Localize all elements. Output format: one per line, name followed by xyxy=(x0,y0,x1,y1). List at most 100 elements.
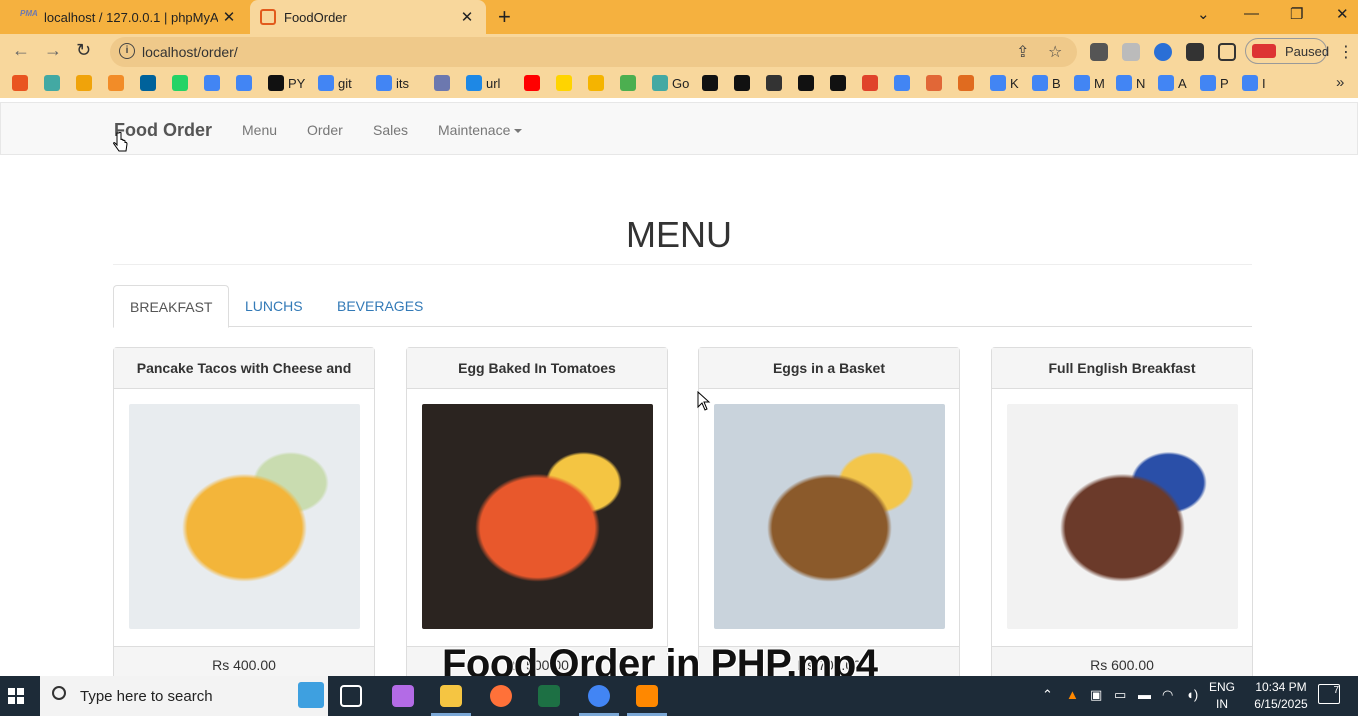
bookmark-item[interactable] xyxy=(204,75,224,91)
bookmark-item[interactable] xyxy=(958,75,978,91)
google-icon xyxy=(236,75,252,91)
bookmark-item[interactable]: M xyxy=(1074,75,1105,91)
bookmark-item[interactable] xyxy=(830,75,850,91)
share-icon[interactable]: ⇪ xyxy=(1016,42,1029,62)
a-extension-icon[interactable] xyxy=(1154,43,1172,61)
bookmark-item[interactable] xyxy=(588,75,608,91)
menu-item-card[interactable]: Eggs in a Basket Rs 700.00 xyxy=(698,347,960,676)
bookmark-item[interactable] xyxy=(44,75,64,91)
bookmark-item[interactable] xyxy=(76,75,96,91)
vlc-tray-icon[interactable]: ▲ xyxy=(1066,687,1079,702)
puzzle-icon[interactable] xyxy=(1186,43,1204,61)
bookmark-item[interactable]: PY xyxy=(268,75,305,91)
bookmark-item[interactable]: url xyxy=(466,75,500,91)
panda-extension-icon[interactable] xyxy=(1090,43,1108,61)
minimize-icon[interactable]: — xyxy=(1244,5,1259,22)
bookmark-item[interactable]: K xyxy=(990,75,1019,91)
nav-menu[interactable]: Menu xyxy=(242,122,277,138)
nav-order[interactable]: Order xyxy=(307,122,343,138)
tab-beverages[interactable]: BEVERAGES xyxy=(321,285,439,327)
file-explorer-icon[interactable] xyxy=(440,685,462,707)
window-close-icon[interactable]: ✕ xyxy=(1336,5,1349,23)
bookmark-item[interactable] xyxy=(620,75,640,91)
taskbar-search[interactable]: Type here to search xyxy=(40,676,328,716)
gift-icon[interactable] xyxy=(298,682,324,708)
bookmark-item[interactable] xyxy=(434,75,454,91)
tab-breakfast[interactable]: BREAKFAST xyxy=(113,285,230,328)
app-icon xyxy=(702,75,718,91)
bookmark-item[interactable] xyxy=(766,75,786,91)
excel-icon[interactable] xyxy=(538,685,560,707)
forward-icon[interactable]: → xyxy=(44,40,62,61)
menu-item-card[interactable]: Full English Breakfast Rs 600.00 xyxy=(991,347,1253,676)
info-icon[interactable]: i xyxy=(119,43,135,59)
item-name: Egg Baked In Tomatoes xyxy=(407,348,667,389)
notification-icon[interactable]: 7 xyxy=(1318,684,1340,704)
bookmark-item[interactable]: its xyxy=(376,75,409,91)
menu-item-card[interactable]: Egg Baked In Tomatoes Rs 500.00 xyxy=(406,347,668,676)
bookmark-item[interactable] xyxy=(140,75,160,91)
new-tab-button[interactable]: + xyxy=(498,4,511,30)
vlc-icon[interactable] xyxy=(636,685,658,707)
star-icon[interactable]: ☆ xyxy=(1048,42,1062,62)
extension-icon[interactable] xyxy=(1122,43,1140,61)
language-indicator[interactable]: ENG IN xyxy=(1208,679,1236,713)
cl-icon xyxy=(734,75,750,91)
bookmark-item[interactable]: P xyxy=(1200,75,1229,91)
bookmark-item[interactable] xyxy=(734,75,754,91)
volume-icon[interactable]: ◖) xyxy=(1186,687,1198,702)
food-image[interactable] xyxy=(714,404,945,629)
meet-icon[interactable]: ▣ xyxy=(1090,687,1102,703)
bookmarks-more-icon[interactable]: » xyxy=(1336,74,1344,91)
sidepanel-icon[interactable] xyxy=(1218,43,1236,61)
address-bar[interactable]: i localhost/order/ ⇪ ☆ xyxy=(110,37,1077,67)
bookmark-item[interactable] xyxy=(236,75,256,91)
bookmark-item[interactable]: N xyxy=(1116,75,1145,91)
bookmark-item[interactable] xyxy=(524,75,544,91)
bookmark-item[interactable]: git xyxy=(318,75,352,91)
tab-phpmyadmin[interactable]: PMA localhost / 127.0.0.1 | phpMyAdmin ✕ xyxy=(0,0,248,34)
nav-sales[interactable]: Sales xyxy=(373,122,408,138)
bookmark-item[interactable] xyxy=(862,75,882,91)
chrome-icon[interactable] xyxy=(588,685,610,707)
bookmark-item[interactable] xyxy=(798,75,818,91)
bookmark-item[interactable] xyxy=(926,75,946,91)
bookmark-item[interactable] xyxy=(556,75,576,91)
reload-icon[interactable]: ↻ xyxy=(76,40,91,61)
copilot-icon[interactable] xyxy=(392,685,414,707)
nav-maintenance[interactable]: Maintenace xyxy=(438,122,523,138)
tab-foodorder[interactable]: FoodOrder ✕ xyxy=(250,0,486,34)
wifi-icon[interactable]: ◠ xyxy=(1162,687,1173,703)
menu-icon[interactable]: ⋮ xyxy=(1338,42,1354,62)
food-image[interactable] xyxy=(422,404,653,629)
globe-icon xyxy=(798,75,814,91)
bookmark-item[interactable]: B xyxy=(1032,75,1061,91)
close-icon[interactable]: ✕ xyxy=(218,8,240,26)
food-image[interactable] xyxy=(1007,404,1238,629)
display-icon[interactable]: ▭ xyxy=(1114,687,1126,703)
chevron-down-icon[interactable]: ⌄ xyxy=(1197,5,1210,23)
bookmark-item[interactable]: Go xyxy=(652,75,689,91)
bookmark-item[interactable] xyxy=(894,75,914,91)
bookmark-item[interactable] xyxy=(702,75,722,91)
bookmark-item[interactable] xyxy=(172,75,192,91)
profile-button[interactable]: Paused xyxy=(1245,38,1329,64)
url-text[interactable]: localhost/order/ xyxy=(142,44,238,60)
firefox-icon[interactable] xyxy=(490,685,512,707)
menu-item-card[interactable]: Pancake Tacos with Cheese and Rs 400.00 xyxy=(113,347,375,676)
back-icon[interactable]: ← xyxy=(12,40,30,61)
food-image[interactable] xyxy=(129,404,360,629)
chevron-up-icon[interactable]: ⌃ xyxy=(1042,687,1053,703)
folder-icon xyxy=(588,75,604,91)
restore-icon[interactable]: ❐ xyxy=(1290,5,1303,23)
system-clock[interactable]: 10:34 PM 6/15/2025 xyxy=(1246,679,1316,713)
bookmark-item[interactable]: I xyxy=(1242,75,1266,91)
battery-icon[interactable]: ▬ xyxy=(1138,687,1151,702)
tab-lunchs[interactable]: LUNCHS xyxy=(229,285,319,327)
windows-start-icon[interactable] xyxy=(8,688,24,704)
task-view-icon[interactable] xyxy=(340,685,362,707)
bookmark-item[interactable]: A xyxy=(1158,75,1187,91)
bookmark-item[interactable] xyxy=(108,75,128,91)
bookmark-item[interactable] xyxy=(12,75,32,91)
close-icon[interactable]: ✕ xyxy=(456,8,478,26)
